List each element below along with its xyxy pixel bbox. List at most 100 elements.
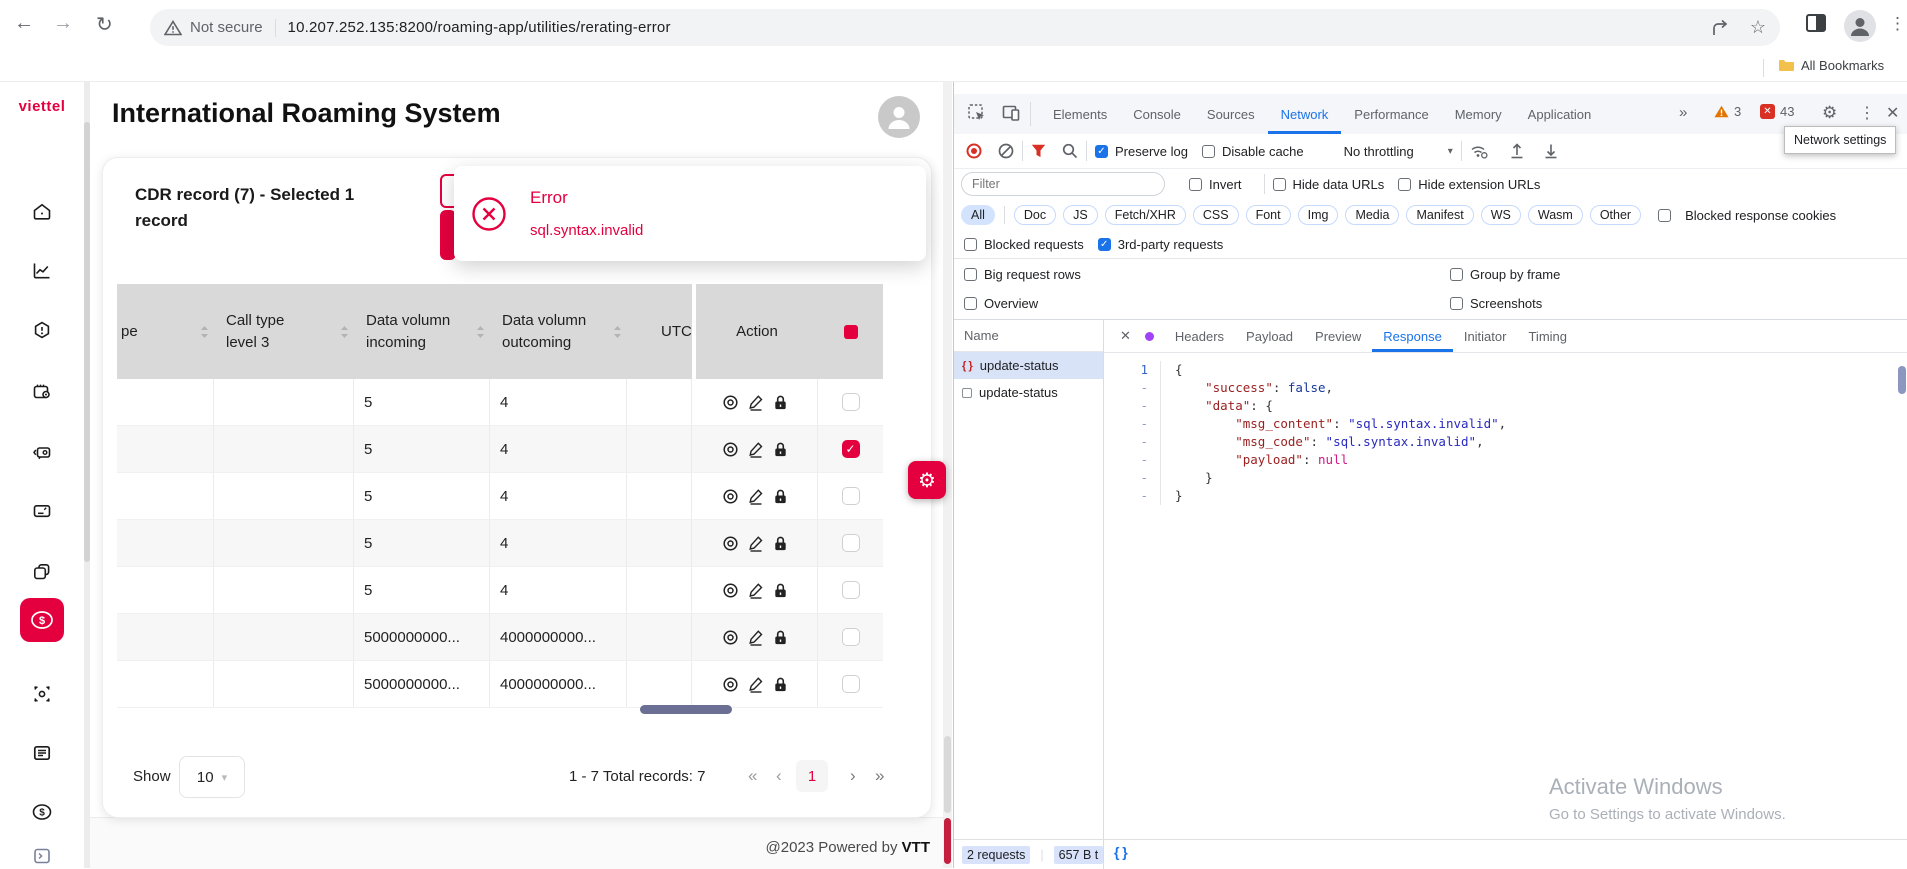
inspect-element-icon[interactable] — [968, 104, 986, 122]
close-request-icon[interactable]: ✕ — [1120, 328, 1131, 344]
row-checkbox[interactable] — [842, 675, 860, 693]
sidebar-item-configuration[interactable] — [30, 380, 54, 404]
share-icon[interactable] — [1712, 19, 1732, 37]
current-page-button[interactable]: 1 — [796, 760, 828, 792]
sidebar-item-network[interactable] — [30, 682, 54, 706]
first-page-icon[interactable]: « — [748, 766, 757, 786]
filter-funnel-icon[interactable] — [1031, 144, 1046, 158]
table-horizontal-scrollbar[interactable] — [117, 705, 883, 714]
sort-icon[interactable] — [476, 325, 485, 339]
clear-network-log-icon[interactable] — [998, 143, 1014, 159]
search-icon[interactable] — [1062, 143, 1078, 159]
filter-input[interactable] — [961, 172, 1165, 196]
filter-chip-wasm[interactable]: Wasm — [1528, 205, 1583, 225]
view-icon[interactable] — [722, 441, 739, 458]
row-checkbox[interactable] — [842, 581, 860, 599]
invert-checkbox[interactable] — [1189, 178, 1202, 191]
sidebar-item-sim[interactable] — [30, 440, 54, 464]
floating-settings-button[interactable]: ⚙ — [908, 461, 946, 499]
edit-icon[interactable] — [748, 441, 764, 458]
tab-network[interactable]: Network — [1268, 94, 1342, 134]
select-all-checkbox[interactable] — [844, 325, 858, 339]
preserve-log-checkbox[interactable]: ✓ — [1095, 145, 1108, 158]
filter-chip-fetchxhr[interactable]: Fetch/XHR — [1105, 205, 1186, 225]
sort-icon[interactable] — [200, 325, 209, 339]
request-row[interactable]: update-status — [954, 379, 1103, 406]
sidebar-item-subscriber[interactable] — [30, 499, 54, 523]
response-scrollbar[interactable] — [1898, 360, 1907, 840]
group-by-frame-checkbox[interactable] — [1450, 268, 1463, 281]
lock-icon[interactable] — [773, 441, 788, 458]
tab-memory[interactable]: Memory — [1442, 94, 1515, 134]
sidebar-item-billing-active[interactable]: $ — [20, 598, 64, 642]
tab-console[interactable]: Console — [1120, 94, 1194, 134]
sidebar-item-home[interactable] — [30, 200, 54, 224]
next-page-icon[interactable]: › — [850, 766, 856, 786]
sidebar-item-logs[interactable] — [30, 741, 54, 765]
column-header-utc[interactable]: UTC — [627, 284, 692, 379]
request-list-header[interactable]: Name — [954, 320, 1103, 352]
tab-payload[interactable]: Payload — [1235, 320, 1304, 352]
response-body[interactable]: 1{- "success": false,- "data": {- "msg_c… — [1104, 353, 1907, 847]
tab-headers[interactable]: Headers — [1164, 320, 1235, 352]
row-checkbox[interactable] — [842, 628, 860, 646]
page-size-select[interactable]: 10▾ — [179, 756, 245, 798]
overview-checkbox[interactable] — [964, 297, 977, 310]
column-header-call-type[interactable]: Call type level 3 — [214, 284, 354, 379]
console-warnings-button[interactable]: 3 — [1714, 104, 1741, 119]
browser-profile-avatar[interactable] — [1844, 10, 1876, 42]
disable-cache-checkbox[interactable] — [1202, 145, 1215, 158]
tab-sources[interactable]: Sources — [1194, 94, 1268, 134]
device-toolbar-icon[interactable] — [1002, 104, 1020, 122]
filter-chip-other[interactable]: Other — [1590, 205, 1641, 225]
view-icon[interactable] — [722, 488, 739, 505]
record-network-log-icon[interactable] — [966, 143, 982, 159]
request-row-selected[interactable]: { } update-status — [954, 352, 1103, 379]
row-checkbox[interactable] — [842, 534, 860, 552]
browser-menu-icon[interactable]: ⋮ — [1889, 14, 1906, 34]
tab-performance[interactable]: Performance — [1341, 94, 1441, 134]
lock-icon[interactable] — [773, 629, 788, 646]
tab-preview[interactable]: Preview — [1304, 320, 1372, 352]
refresh-icon[interactable]: ↻ — [96, 12, 113, 37]
row-checkbox[interactable] — [842, 393, 860, 411]
side-panel-icon[interactable] — [1806, 14, 1826, 32]
screenshots-checkbox[interactable] — [1450, 297, 1463, 310]
filter-chip-ws[interactable]: WS — [1481, 205, 1521, 225]
more-tabs-icon[interactable]: » — [1679, 104, 1687, 121]
sidebar-item-logout[interactable] — [30, 844, 54, 868]
console-errors-button[interactable]: ✕ 43 — [1760, 104, 1794, 119]
import-har-icon[interactable] — [1510, 143, 1524, 159]
forward-icon[interactable]: → — [53, 12, 73, 35]
blocked-response-cookies-checkbox[interactable] — [1658, 209, 1671, 222]
tab-application[interactable]: Application — [1515, 94, 1605, 134]
blocked-requests-checkbox[interactable] — [964, 238, 977, 251]
edit-icon[interactable] — [748, 676, 764, 693]
tab-initiator[interactable]: Initiator — [1453, 320, 1518, 352]
export-har-icon[interactable] — [1544, 143, 1558, 159]
third-party-requests-checkbox[interactable]: ✓ — [1098, 238, 1111, 251]
lock-icon[interactable] — [773, 488, 788, 505]
big-request-rows-checkbox[interactable] — [964, 268, 977, 281]
back-icon[interactable]: ← — [14, 12, 34, 35]
view-icon[interactable] — [722, 535, 739, 552]
lock-icon[interactable] — [773, 582, 788, 599]
devtools-settings-icon[interactable]: ⚙ — [1822, 103, 1837, 123]
column-header-select-all[interactable] — [818, 284, 883, 379]
last-page-icon[interactable]: » — [875, 766, 884, 786]
edit-icon[interactable] — [748, 394, 764, 411]
filter-chip-font[interactable]: Font — [1246, 205, 1291, 225]
edit-icon[interactable] — [748, 582, 764, 599]
view-icon[interactable] — [722, 676, 739, 693]
row-checkbox[interactable]: ✓ — [842, 440, 860, 458]
devtools-menu-icon[interactable]: ⋮ — [1859, 103, 1875, 123]
sidebar-item-reports[interactable] — [30, 259, 54, 283]
edit-icon[interactable] — [748, 535, 764, 552]
sidebar-item-finance[interactable]: $ — [30, 800, 54, 824]
view-icon[interactable] — [722, 394, 739, 411]
lock-icon[interactable] — [773, 676, 788, 693]
lock-icon[interactable] — [773, 394, 788, 411]
hide-extension-urls-checkbox[interactable] — [1398, 178, 1411, 191]
edit-icon[interactable] — [748, 488, 764, 505]
tab-timing[interactable]: Timing — [1517, 320, 1578, 352]
